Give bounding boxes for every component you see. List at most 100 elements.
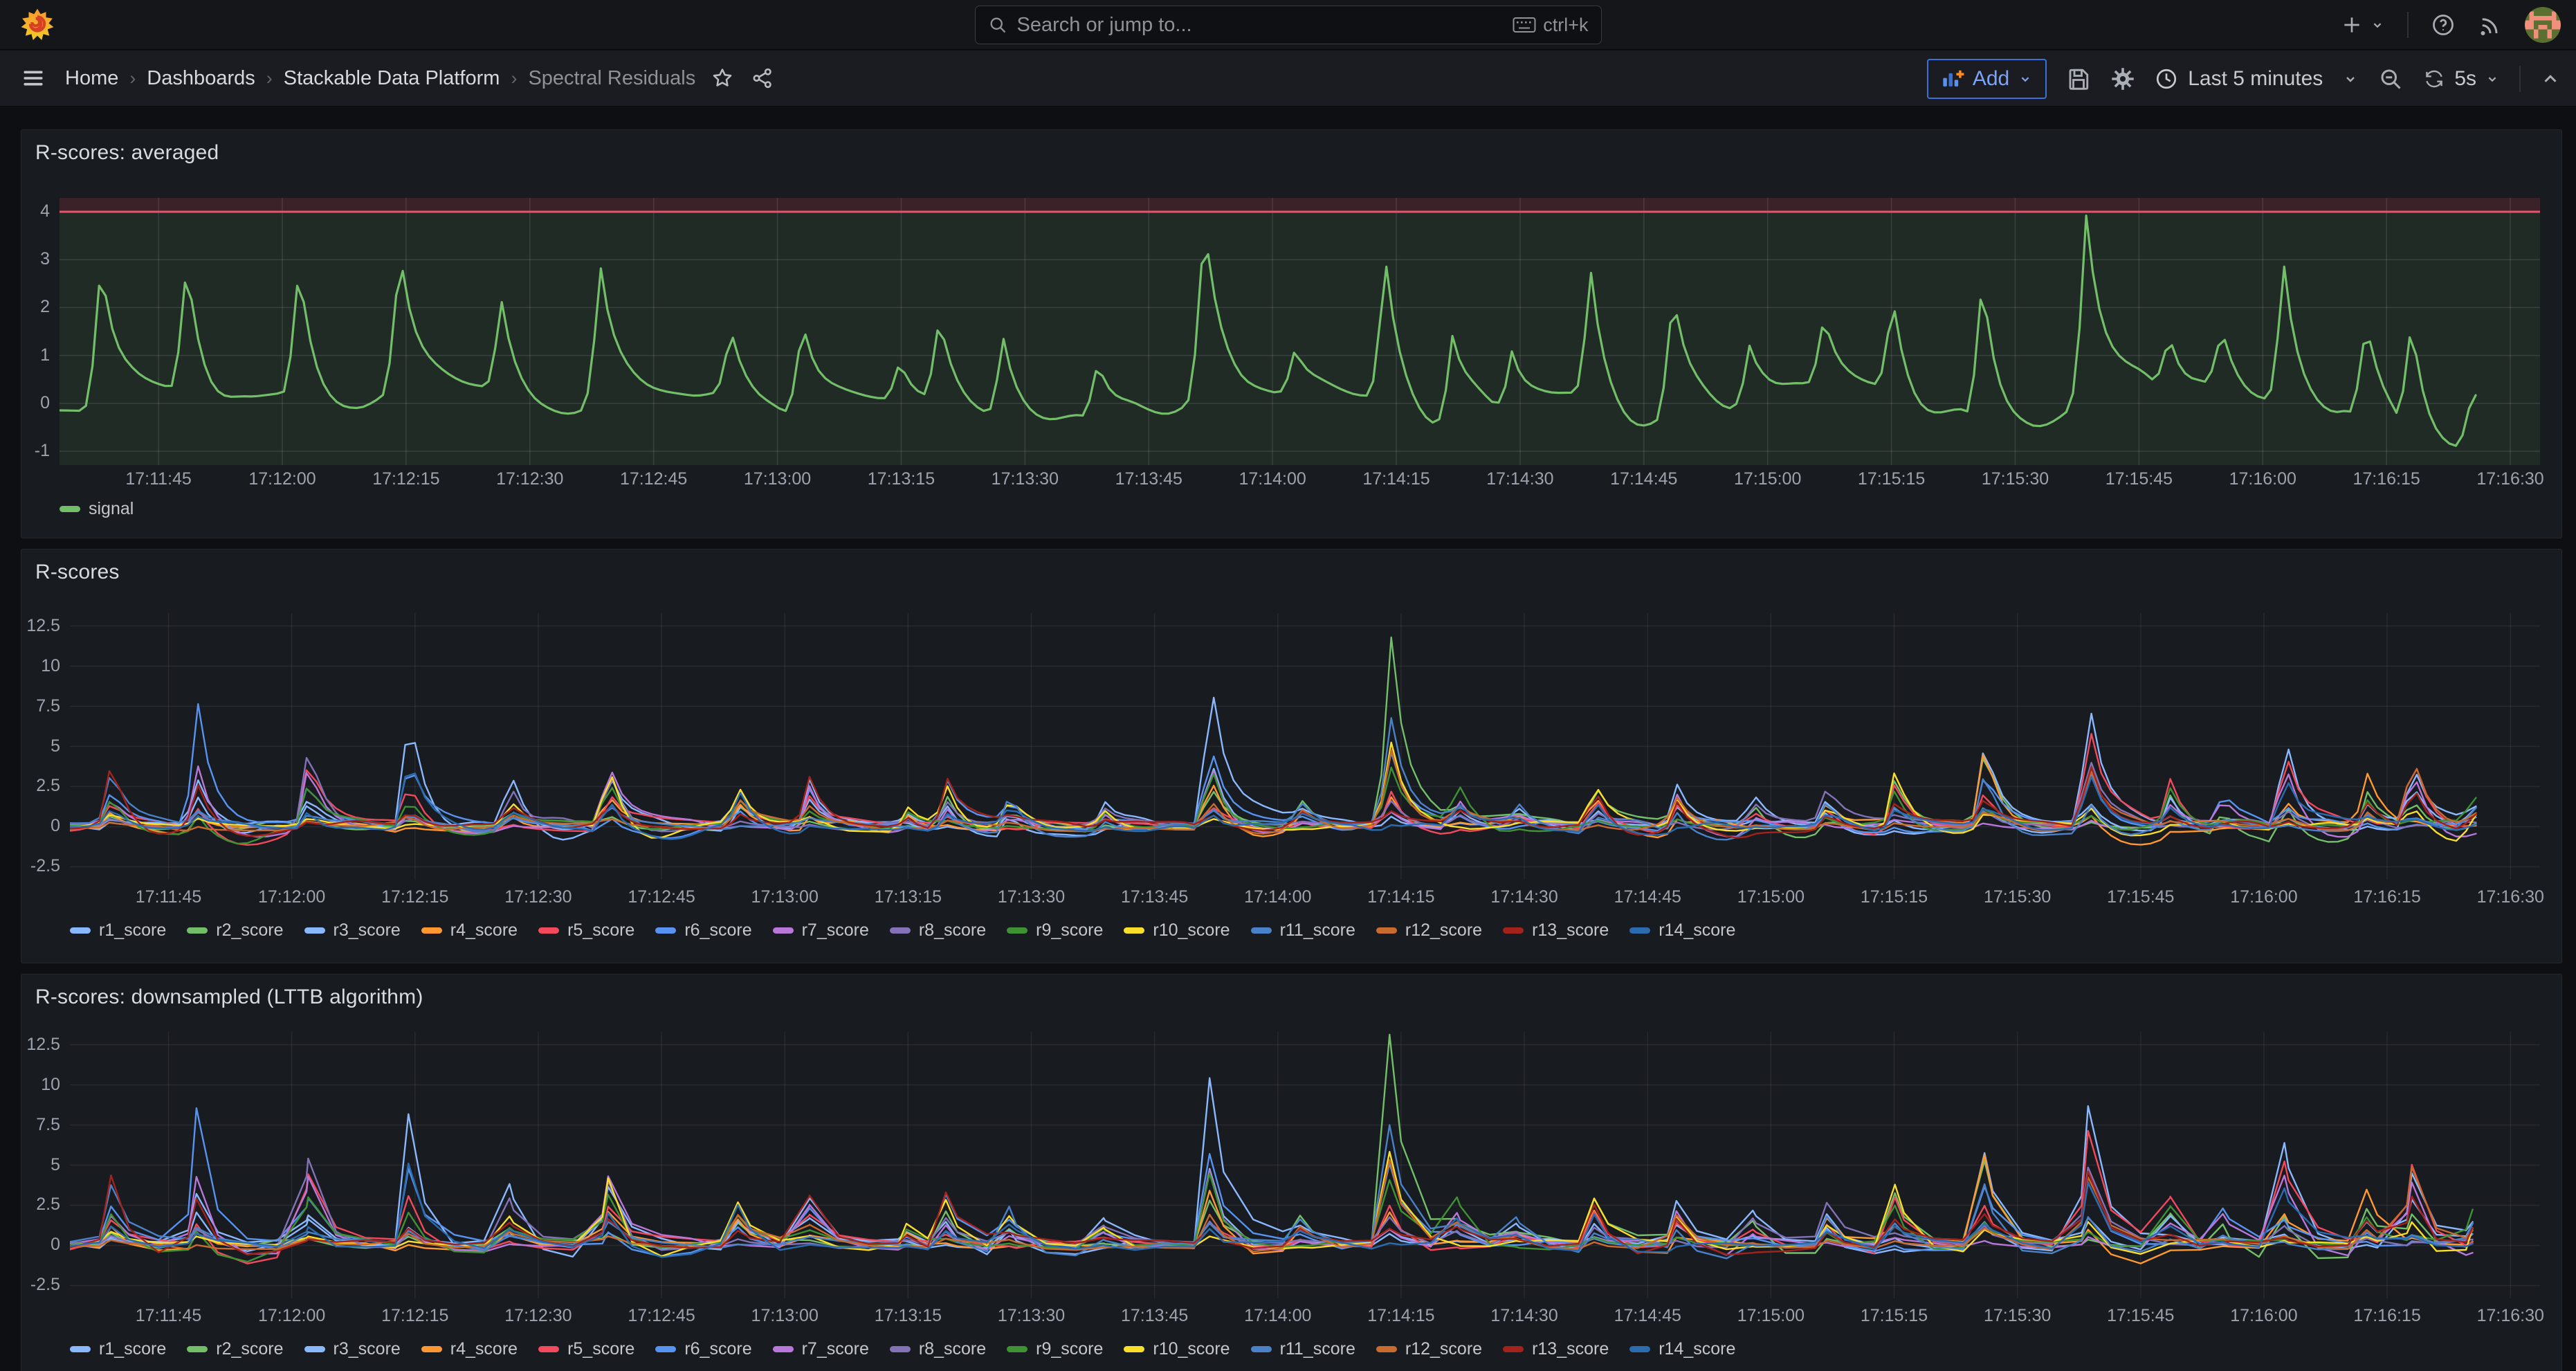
- x-axis-label: 17:11:45: [107, 887, 231, 907]
- legend-marker: [304, 927, 325, 934]
- x-axis-label: 17:14:15: [1339, 887, 1463, 907]
- series-line-r1_score: [70, 1106, 2473, 1257]
- refresh-interval-label[interactable]: 5s: [2454, 67, 2476, 91]
- legend-label: r1_score: [99, 920, 166, 941]
- news-icon[interactable]: [2478, 12, 2503, 37]
- legend-item-r1_score[interactable]: r1_score: [70, 920, 166, 941]
- legend-label: r8_score: [919, 1339, 986, 1359]
- legend-label: r7_score: [802, 1339, 869, 1359]
- time-range-picker[interactable]: Last 5 minutes: [2155, 67, 2323, 91]
- save-dashboard-icon[interactable]: [2066, 66, 2091, 91]
- legend-item-r3_score[interactable]: r3_score: [304, 920, 401, 941]
- breadcrumb-current-dashboard: Spectral Residuals: [528, 67, 695, 90]
- legend-item-r2_score[interactable]: r2_score: [187, 1339, 283, 1359]
- refresh-icon[interactable]: [2422, 67, 2446, 91]
- y-axis-label: 2.5: [21, 1195, 60, 1215]
- legend-item-r11_score[interactable]: r11_score: [1251, 1339, 1355, 1359]
- star-icon[interactable]: [711, 66, 734, 90]
- x-axis-label: 17:13:45: [1086, 469, 1211, 489]
- series-line-r3_score: [70, 1078, 2473, 1254]
- search-shortcut: ctrl+k: [1513, 15, 1588, 36]
- x-axis-label: 17:15:00: [1708, 1306, 1833, 1326]
- legend-item-r1_score[interactable]: r1_score: [70, 1339, 166, 1359]
- keyboard-icon: [1513, 17, 1536, 33]
- legend-item-r12_score[interactable]: r12_score: [1376, 920, 1482, 941]
- y-axis-label: 3: [21, 249, 50, 269]
- breadcrumb-separator: ›: [129, 68, 136, 89]
- chart-plot-area[interactable]: [70, 1032, 2540, 1298]
- x-axis-label: 17:12:45: [599, 887, 724, 907]
- legend-marker: [1376, 927, 1397, 934]
- legend-marker: [1251, 1346, 1272, 1352]
- topbar-divider: [2407, 12, 2409, 38]
- y-axis-label: 0: [21, 1235, 60, 1255]
- breadcrumb-home[interactable]: Home: [65, 67, 118, 90]
- search-input[interactable]: [1017, 14, 1504, 37]
- chart-plot-area[interactable]: [70, 613, 2540, 880]
- new-item-button[interactable]: [2341, 14, 2385, 36]
- legend-item-r12_score[interactable]: r12_score: [1376, 1339, 1482, 1359]
- legend-marker: [1007, 1346, 1027, 1352]
- collapse-caret-up-icon[interactable]: [2540, 69, 2561, 89]
- x-axis-label: 17:16:15: [2325, 1306, 2449, 1326]
- legend-item-r14_score[interactable]: r14_score: [1629, 920, 1735, 941]
- legend-label: r4_score: [450, 920, 518, 941]
- top-right-actions: [2341, 0, 2561, 50]
- legend-item-r13_score[interactable]: r13_score: [1503, 920, 1609, 941]
- legend-item-r8_score[interactable]: r8_score: [890, 920, 986, 941]
- legend-marker: [655, 927, 676, 934]
- legend-item-r8_score[interactable]: r8_score: [890, 1339, 986, 1359]
- x-axis-label: 17:16:30: [2448, 1306, 2573, 1326]
- legend-marker: [1503, 927, 1524, 934]
- legend-item-r7_score[interactable]: r7_score: [773, 1339, 869, 1359]
- legend-marker: [70, 1346, 91, 1352]
- legend-item-r11_score[interactable]: r11_score: [1251, 920, 1355, 941]
- x-axis-label: 17:15:45: [2079, 887, 2203, 907]
- mega-menu-icon[interactable]: [21, 66, 46, 91]
- panel-title[interactable]: R-scores: averaged: [35, 141, 219, 165]
- legend-item-r9_score[interactable]: r9_score: [1007, 1339, 1103, 1359]
- share-icon[interactable]: [751, 66, 774, 90]
- legend-item-r3_score[interactable]: r3_score: [304, 1339, 401, 1359]
- legend-label: r10_score: [1153, 920, 1230, 941]
- add-panel-button[interactable]: Add: [1927, 59, 2047, 99]
- legend-item-r2_score[interactable]: r2_score: [187, 920, 283, 941]
- legend-item-r5_score[interactable]: r5_score: [538, 920, 634, 941]
- legend-label: r4_score: [450, 1339, 518, 1359]
- refresh-interval-chevron-icon[interactable]: [2485, 71, 2500, 87]
- series-line-r11_score: [70, 718, 2476, 840]
- time-range-chevron-icon[interactable]: [2342, 71, 2359, 87]
- help-icon[interactable]: [2431, 12, 2456, 37]
- legend-item-r10_score[interactable]: r10_score: [1124, 920, 1230, 941]
- x-axis-label: 17:15:15: [1832, 1306, 1957, 1326]
- x-axis-label: 17:12:30: [476, 1306, 601, 1326]
- legend-item-r5_score[interactable]: r5_score: [538, 1339, 634, 1359]
- panel-title[interactable]: R-scores: downsampled (LTTB algorithm): [35, 986, 423, 1009]
- legend-item-r7_score[interactable]: r7_score: [773, 920, 869, 941]
- legend-item-signal[interactable]: signal: [60, 499, 134, 519]
- x-axis-label: 17:14:45: [1582, 469, 1706, 489]
- legend-label: signal: [89, 499, 134, 519]
- user-avatar[interactable]: [2525, 7, 2561, 43]
- legend-item-r13_score[interactable]: r13_score: [1503, 1339, 1609, 1359]
- legend-item-r6_score[interactable]: r6_score: [655, 1339, 751, 1359]
- x-axis-label: 17:14:30: [1462, 887, 1587, 907]
- legend-item-r9_score[interactable]: r9_score: [1007, 920, 1103, 941]
- breadcrumb-folder[interactable]: Stackable Data Platform: [284, 67, 500, 90]
- legend-item-r6_score[interactable]: r6_score: [655, 920, 751, 941]
- x-axis-label: 17:13:30: [969, 1306, 1094, 1326]
- legend-item-r4_score[interactable]: r4_score: [421, 920, 518, 941]
- legend-item-r10_score[interactable]: r10_score: [1124, 1339, 1230, 1359]
- x-axis-label: 17:13:30: [962, 469, 1087, 489]
- legend-item-r14_score[interactable]: r14_score: [1629, 1339, 1735, 1359]
- breadcrumb-dashboards[interactable]: Dashboards: [147, 67, 255, 90]
- dashboard-settings-icon[interactable]: [2110, 66, 2135, 91]
- y-axis-label: 5: [21, 1155, 60, 1175]
- chart-plot-area[interactable]: [60, 198, 2540, 465]
- grafana-logo[interactable]: [18, 8, 57, 42]
- legend-item-r4_score[interactable]: r4_score: [421, 1339, 518, 1359]
- x-axis-label: 17:13:00: [722, 887, 847, 907]
- y-axis-label: 0: [21, 816, 60, 836]
- panel-title[interactable]: R-scores: [35, 561, 120, 584]
- zoom-out-time-icon[interactable]: [2378, 66, 2403, 91]
